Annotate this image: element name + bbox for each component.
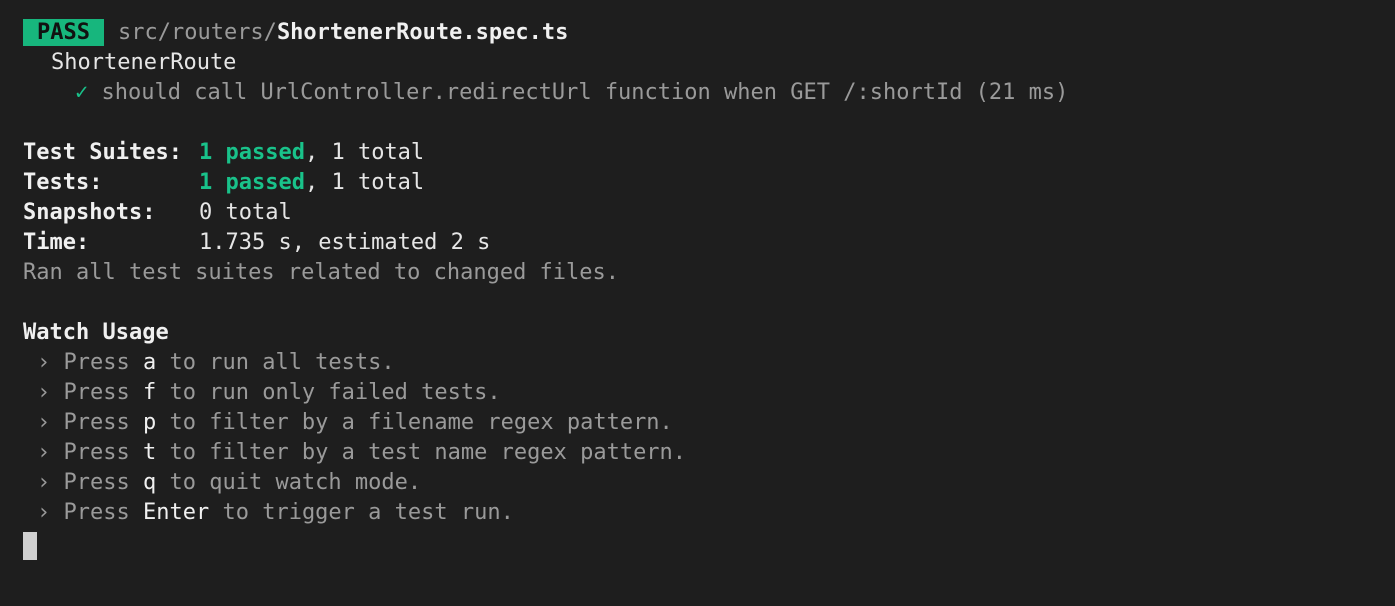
watch-item-key: p bbox=[142, 410, 157, 435]
summary-snapshots: Snapshots: 0 total bbox=[23, 198, 1395, 228]
summary-tests-total: , 1 total bbox=[304, 170, 425, 195]
watch-item-p: › Press p to filter by a filename regex … bbox=[23, 408, 1395, 438]
summary-tests-passed: 1 passed bbox=[199, 170, 305, 195]
summary-tests-label: Tests: bbox=[23, 170, 103, 195]
test-description: should call UrlController.redirectUrl fu… bbox=[101, 80, 1069, 105]
chevron-right-icon: › bbox=[37, 350, 51, 375]
watch-item-press: Press bbox=[63, 440, 130, 465]
test-file-header: PASS src/routers/ShortenerRoute.spec.ts bbox=[23, 18, 1395, 48]
summary-snapshots-label: Snapshots: bbox=[23, 200, 156, 225]
summary-time-label: Time: bbox=[23, 230, 90, 255]
summary-time: Time: 1.735 s, estimated 2 s bbox=[23, 228, 1395, 258]
watch-item-q: › Press q to quit watch mode. bbox=[23, 468, 1395, 498]
summary-snapshots-value: 0 total bbox=[199, 200, 292, 225]
pass-badge: PASS bbox=[23, 19, 104, 46]
chevron-right-icon: › bbox=[37, 410, 51, 435]
summary-suites-passed: 1 passed bbox=[199, 140, 305, 165]
summary-time-value: 1.735 s, estimated 2 s bbox=[199, 230, 491, 255]
summary-tests: Tests: 1 passed, 1 total bbox=[23, 168, 1395, 198]
test-result-line: ✓ should call UrlController.redirectUrl … bbox=[23, 78, 1395, 108]
watch-item-text: to quit watch mode. bbox=[169, 470, 422, 495]
watch-item-text: to run all tests. bbox=[169, 350, 395, 375]
watch-item-text: to filter by a test name regex pattern. bbox=[169, 440, 687, 465]
watch-item-key: t bbox=[142, 440, 157, 465]
test-file-dir: src/routers/ bbox=[117, 20, 277, 45]
chevron-right-icon: › bbox=[37, 440, 51, 465]
watch-item-press: Press bbox=[63, 500, 130, 525]
check-icon: ✓ bbox=[75, 80, 89, 105]
terminal-window[interactable]: PASS src/routers/ShortenerRoute.spec.ts S… bbox=[0, 0, 1395, 606]
watch-item-key: q bbox=[142, 470, 157, 495]
watch-item-press: Press bbox=[63, 410, 130, 435]
terminal-cursor[interactable] bbox=[23, 532, 37, 560]
watch-item-enter: › Press Enter to trigger a test run. bbox=[23, 498, 1395, 528]
suite-name: ShortenerRoute bbox=[51, 50, 237, 75]
watch-item-press: Press bbox=[63, 350, 130, 375]
chevron-right-icon: › bbox=[37, 500, 51, 525]
watch-item-text: to run only failed tests. bbox=[169, 380, 501, 405]
watch-item-key: a bbox=[142, 350, 157, 375]
chevron-right-icon: › bbox=[37, 470, 51, 495]
test-file-name: ShortenerRoute.spec.ts bbox=[276, 20, 569, 45]
watch-usage-title: Watch Usage bbox=[23, 320, 169, 345]
chevron-right-icon: › bbox=[37, 380, 51, 405]
watch-item-text: to filter by a filename regex pattern. bbox=[169, 410, 673, 435]
summary-suites-total: , 1 total bbox=[304, 140, 425, 165]
watch-item-key: Enter bbox=[142, 500, 210, 525]
watch-item-press: Press bbox=[63, 470, 130, 495]
watch-item-text: to trigger a test run. bbox=[222, 500, 514, 525]
watch-item-key: f bbox=[142, 380, 157, 405]
summary-suites-label: Test Suites: bbox=[23, 140, 182, 165]
summary-suites: Test Suites: 1 passed, 1 total bbox=[23, 138, 1395, 168]
watch-item-f: › Press f to run only failed tests. bbox=[23, 378, 1395, 408]
summary-note: Ran all test suites related to changed f… bbox=[23, 260, 620, 285]
watch-item-a: › Press a to run all tests. bbox=[23, 348, 1395, 378]
watch-item-press: Press bbox=[63, 380, 130, 405]
watch-item-t: › Press t to filter by a test name regex… bbox=[23, 438, 1395, 468]
